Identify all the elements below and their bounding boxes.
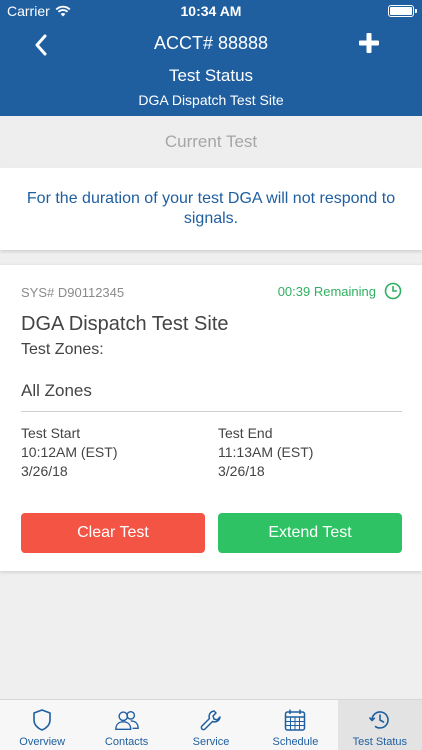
- battery-icon: [388, 5, 417, 17]
- calendar-icon: [282, 708, 308, 732]
- test-end-label: Test End: [218, 425, 273, 441]
- page-title: Test Status: [168, 66, 254, 85]
- page-subtitle: DGA Dispatch Test Site: [138, 92, 284, 108]
- tab-overview-label: Overview: [19, 736, 66, 748]
- test-start-label: Test Start: [21, 425, 81, 441]
- site-name: DGA Dispatch Test Site: [21, 313, 229, 335]
- tab-schedule[interactable]: Schedule: [253, 700, 337, 750]
- test-end: Test End 11:13AM (EST) 3/26/18: [218, 424, 313, 481]
- shield-icon: [29, 708, 55, 732]
- zones-label: Test Zones:: [21, 341, 104, 358]
- test-end-time: 11:13AM (EST): [218, 444, 314, 460]
- tab-overview[interactable]: Overview: [0, 700, 84, 750]
- divider: [21, 411, 402, 412]
- remaining-label: 00:39 Remaining: [277, 283, 376, 299]
- status-bar: Carrier 10:34 AM: [0, 0, 422, 22]
- tab-test-status-label: Test Status: [352, 736, 408, 748]
- test-start: Test Start 10:12AM (EST) 3/26/18: [21, 424, 117, 481]
- plus-icon: [359, 33, 379, 53]
- system-number: SYS# D90112345: [21, 285, 125, 300]
- test-start-time: 10:12AM (EST): [21, 444, 118, 460]
- header: Carrier 10:34 AM ACCT# 88888 Test Status…: [0, 0, 422, 116]
- wrench-icon: [198, 708, 224, 732]
- clock-icon: [384, 282, 402, 300]
- clock-refresh-icon: [367, 708, 393, 732]
- tab-contacts[interactable]: Contacts: [84, 700, 168, 750]
- extend-test-button[interactable]: Extend Test: [218, 513, 402, 553]
- remaining-time: 00:39 Remaining: [278, 282, 402, 300]
- test-card: SYS# D90112345 00:39 Remaining DGA Dispa…: [0, 265, 422, 571]
- status-time: 10:34 AM: [180, 3, 242, 19]
- tab-schedule-label: Schedule: [272, 736, 319, 748]
- section-label: Current Test: [0, 116, 422, 168]
- zones-value: All Zones: [21, 381, 92, 400]
- test-notice: For the duration of your test DGA will n…: [0, 168, 422, 250]
- tab-service-label: Service: [192, 736, 230, 748]
- test-end-date: 3/26/18: [218, 463, 265, 479]
- clear-test-button[interactable]: Clear Test: [21, 513, 205, 553]
- tab-service[interactable]: Service: [169, 700, 253, 750]
- tab-test-status[interactable]: Test Status: [337, 700, 422, 750]
- contacts-icon: [114, 708, 140, 732]
- tab-bar: Overview Contacts Service Schedule Test …: [0, 699, 422, 750]
- tab-contacts-label: Contacts: [104, 736, 149, 748]
- test-start-date: 3/26/18: [21, 463, 68, 479]
- add-button[interactable]: [356, 30, 382, 56]
